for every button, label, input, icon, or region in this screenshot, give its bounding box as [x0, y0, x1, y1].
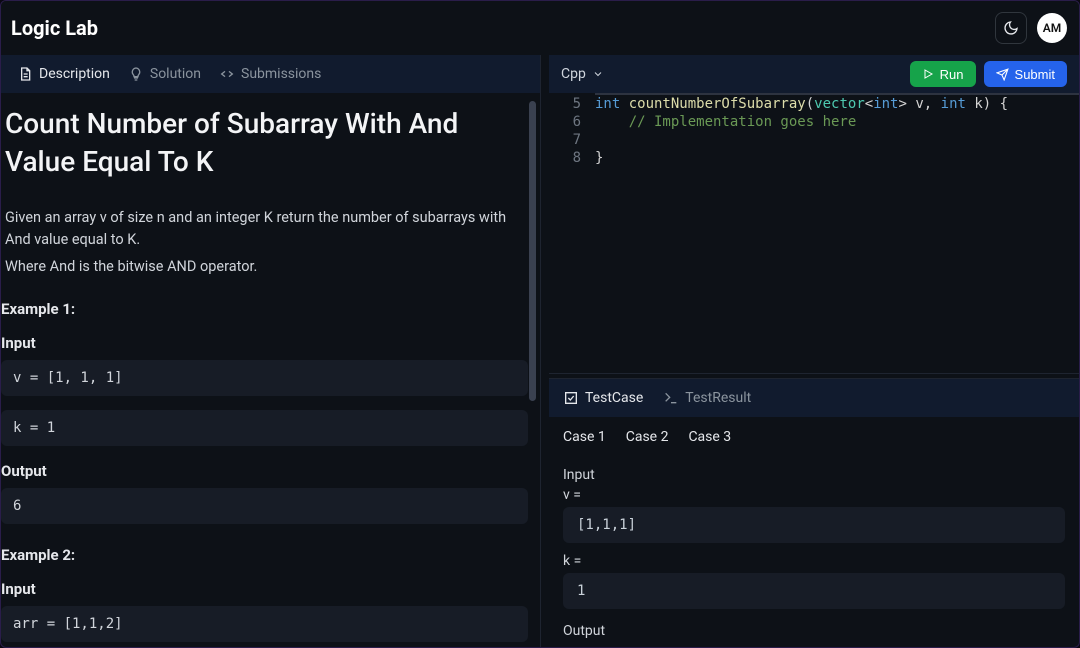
- checklist-icon: [563, 390, 579, 406]
- editor-header: Cpp Run Submit: [549, 55, 1079, 93]
- chevron-down-icon: [592, 68, 604, 80]
- example-2-header: Example 2:: [1, 546, 528, 564]
- line-gutter: 5 6 7 8: [549, 95, 595, 373]
- tc-k-label: k =: [563, 553, 1065, 569]
- case-3[interactable]: Case 3: [688, 429, 731, 445]
- case-1[interactable]: Case 1: [563, 429, 606, 445]
- tc-input-label: Input: [563, 467, 1065, 483]
- tab-testresult[interactable]: TestResult: [663, 390, 751, 406]
- user-avatar[interactable]: AM: [1037, 13, 1067, 43]
- tab-testcase[interactable]: TestCase: [563, 390, 643, 406]
- output-label: Output: [1, 462, 528, 480]
- tab-solution[interactable]: Solution: [128, 66, 201, 82]
- problem-tabs: Description Solution Submissions: [1, 55, 540, 93]
- tc-output-label: Output: [563, 623, 1065, 639]
- terminal-icon: [663, 390, 679, 406]
- code-content[interactable]: int countNumberOfSubarray(vector<int> v,…: [595, 95, 1079, 373]
- submit-label: Submit: [1015, 67, 1055, 82]
- code-icon: [219, 66, 235, 82]
- example-1-input-v: v = [1, 1, 1]: [1, 360, 528, 396]
- tab-testresult-label: TestResult: [685, 390, 751, 406]
- language-selector[interactable]: Cpp: [561, 66, 604, 82]
- language-label: Cpp: [561, 66, 586, 82]
- input-label-2: Input: [1, 580, 528, 598]
- run-button[interactable]: Run: [910, 61, 976, 87]
- split-gutter[interactable]: [541, 55, 549, 647]
- run-label: Run: [940, 67, 964, 82]
- example-2-input-arr: arr = [1,1,2]: [1, 606, 528, 642]
- submit-button[interactable]: Submit: [984, 61, 1067, 87]
- problem-statement-2: Where And is the bitwise AND operator.: [5, 256, 524, 278]
- input-label: Input: [1, 334, 528, 352]
- tab-description[interactable]: Description: [17, 66, 110, 82]
- case-2[interactable]: Case 2: [626, 429, 669, 445]
- tc-k-value[interactable]: 1: [563, 573, 1065, 609]
- example-1-output: 6: [1, 488, 528, 524]
- testcase-body: Input v = [1,1,1] k = 1 Output: [549, 453, 1079, 647]
- code-editor[interactable]: 5 6 7 8 int countNumberOfSubarray(vector…: [549, 93, 1079, 373]
- send-icon: [996, 68, 1009, 81]
- document-icon: [17, 66, 33, 82]
- tab-submissions[interactable]: Submissions: [219, 66, 321, 82]
- tab-submissions-label: Submissions: [241, 66, 321, 82]
- testcase-tabs: TestCase TestResult: [549, 379, 1079, 417]
- tc-v-value[interactable]: [1,1,1]: [563, 507, 1065, 543]
- problem-statement-1: Given an array v of size n and an intege…: [5, 207, 524, 252]
- case-selector: Case 1 Case 2 Case 3: [549, 417, 1079, 453]
- bulb-icon: [128, 66, 144, 82]
- example-1-input-k: k = 1: [1, 410, 528, 446]
- example-1-header: Example 1:: [1, 300, 528, 318]
- tc-v-label: v =: [563, 487, 1065, 503]
- play-icon: [922, 68, 934, 80]
- tab-description-label: Description: [39, 66, 110, 82]
- moon-icon: [1003, 20, 1019, 36]
- top-bar: Logic Lab AM: [1, 1, 1079, 55]
- scrollbar-thumb[interactable]: [529, 101, 536, 401]
- tab-solution-label: Solution: [150, 66, 201, 82]
- problem-description-panel: Count Number of Subarray With And Value …: [1, 93, 540, 647]
- tab-testcase-label: TestCase: [585, 390, 643, 406]
- theme-toggle-button[interactable]: [995, 12, 1027, 44]
- problem-title: Count Number of Subarray With And Value …: [5, 105, 528, 181]
- brand-logo[interactable]: Logic Lab: [11, 16, 98, 40]
